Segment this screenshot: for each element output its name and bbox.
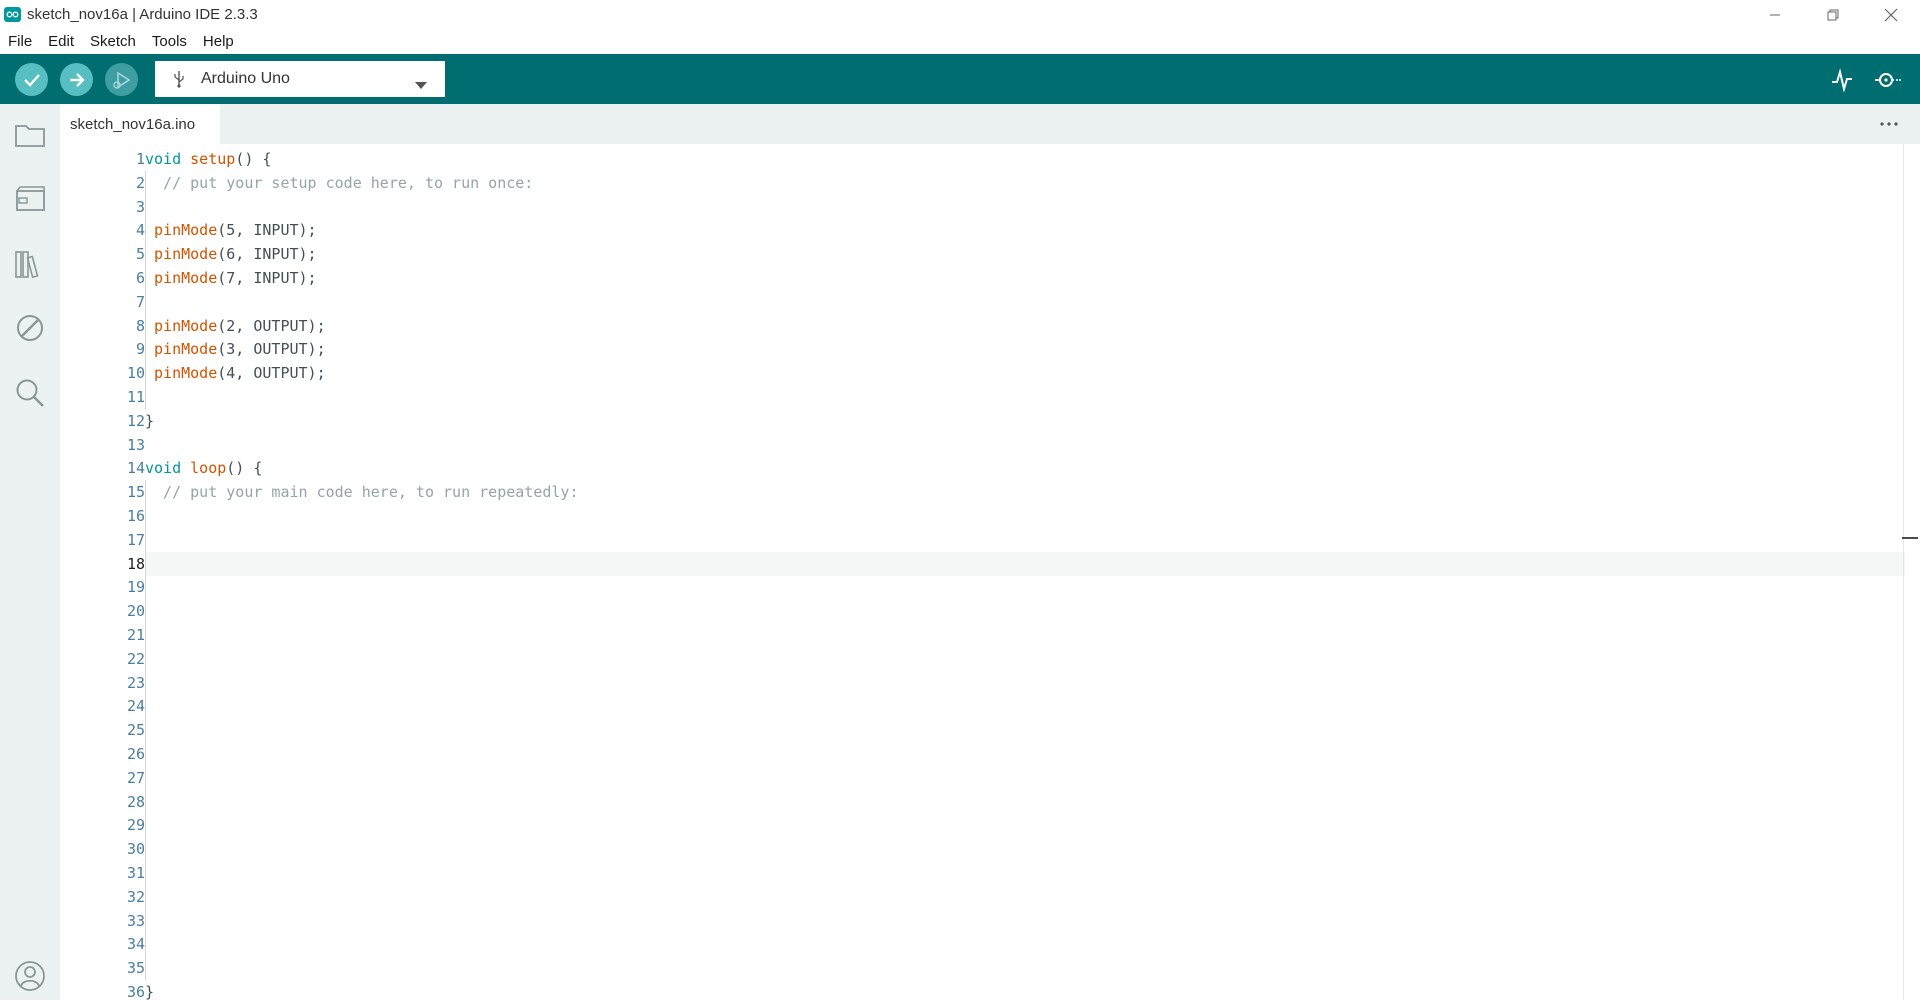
- line-number: 15: [126, 483, 145, 502]
- folder-icon[interactable]: [13, 118, 47, 152]
- code-line[interactable]: }: [145, 409, 154, 433]
- line-number: 16: [126, 507, 145, 525]
- line-number: 31: [126, 864, 145, 882]
- line-number: 13: [126, 435, 145, 454]
- line-number: 4: [135, 221, 145, 240]
- usb-icon: [169, 70, 189, 88]
- line-number: 27: [126, 768, 145, 787]
- debug-icon: [112, 71, 130, 89]
- line-number: 11: [126, 388, 145, 406]
- line-number: 28: [126, 792, 145, 811]
- code-editor[interactable]: 1 2 3 4 5 6 7 8 9 10 11 12 13 14 15 16 17 18 19 20 21 22 23 24 2…: [60, 144, 1920, 1001]
- line-number: 30: [126, 840, 145, 859]
- line-number: 14: [126, 459, 145, 478]
- code-line[interactable]: void loop() {: [145, 456, 262, 480]
- code-area[interactable]: void setup() { // put your setup code he…: [145, 144, 1905, 1001]
- line-number: 2: [135, 173, 145, 192]
- library-icon[interactable]: [13, 247, 47, 281]
- code-line[interactable]: pinMode(7, INPUT);: [145, 266, 317, 290]
- line-number: 21: [126, 626, 145, 644]
- serial-monitor-button[interactable]: [1874, 66, 1902, 94]
- check-icon: [23, 73, 40, 87]
- restore-button[interactable]: [1804, 0, 1862, 29]
- board-manager-icon[interactable]: [13, 182, 47, 216]
- menu-file[interactable]: File: [8, 33, 32, 50]
- line-number: 5: [135, 245, 145, 264]
- code-line[interactable]: pinMode(4, OUTPUT);: [145, 361, 326, 385]
- cursor-position-marker: [1902, 537, 1918, 539]
- line-number: 17: [126, 530, 145, 549]
- code-line[interactable]: }: [145, 980, 154, 1004]
- sidebar: [0, 104, 60, 1000]
- line-number: 12: [126, 411, 145, 430]
- debug-button[interactable]: [105, 63, 138, 96]
- line-number: 35: [126, 959, 145, 978]
- current-line-highlight: [145, 551, 1905, 576]
- line-number: 34: [126, 935, 145, 954]
- editor-tab-bar: sketch_nov16a.ino: [60, 104, 1920, 144]
- window-title: sketch_nov16a | Arduino IDE 2.3.3: [27, 6, 258, 23]
- arduino-logo-icon: [4, 7, 21, 22]
- toolbar: Arduino Uno: [0, 54, 1920, 104]
- menu-tools[interactable]: Tools: [152, 33, 187, 50]
- plotter-icon: [1832, 68, 1852, 92]
- restore-icon: [1827, 9, 1839, 20]
- line-number: 3: [135, 197, 145, 216]
- menu-bar: File Edit Sketch Tools Help: [0, 29, 1920, 54]
- indent-guide: [145, 170, 146, 409]
- line-number: 1: [135, 150, 145, 168]
- verify-button[interactable]: [15, 63, 48, 96]
- menu-edit[interactable]: Edit: [48, 33, 74, 50]
- board-selector[interactable]: Arduino Uno: [155, 61, 445, 97]
- close-icon: [1884, 8, 1898, 21]
- line-number: 24: [126, 697, 145, 716]
- code-line[interactable]: void setup() {: [145, 147, 271, 171]
- line-number: 6: [135, 269, 145, 287]
- line-number: 36: [126, 983, 145, 1001]
- line-number: 29: [126, 816, 145, 835]
- title-bar: sketch_nov16a | Arduino IDE 2.3.3: [0, 0, 1920, 29]
- line-number: 19: [126, 578, 145, 597]
- line-number: 33: [126, 911, 145, 930]
- account-icon[interactable]: [13, 959, 47, 993]
- board-name: Arduino Uno: [201, 70, 290, 87]
- code-line[interactable]: // put your setup code here, to run once…: [145, 171, 533, 195]
- search-icon[interactable]: [13, 376, 47, 410]
- code-line[interactable]: pinMode(2, OUTPUT);: [145, 314, 326, 338]
- serial-plotter-button[interactable]: [1828, 66, 1856, 94]
- line-number: 25: [126, 721, 145, 740]
- line-number-gutter: 1 2 3 4 5 6 7 8 9 10 11 12 13 14 15 16 17 18 19 20 21 22 23 24 2…: [60, 144, 145, 1001]
- debug-disabled-icon[interactable]: [13, 311, 47, 345]
- line-number: 7: [135, 292, 145, 311]
- tab-sketch-file[interactable]: sketch_nov16a.ino: [60, 104, 220, 144]
- more-options-button[interactable]: [1876, 112, 1902, 136]
- code-line[interactable]: // put your main code here, to run repea…: [145, 480, 578, 504]
- menu-help[interactable]: Help: [203, 33, 234, 50]
- line-number: 9: [135, 340, 145, 359]
- chevron-down-icon: [415, 76, 427, 94]
- line-number: 8: [135, 316, 145, 335]
- line-number: 32: [126, 887, 145, 906]
- editor-scrollbar[interactable]: [1903, 144, 1904, 1000]
- line-number: 20: [126, 602, 145, 621]
- monitor-icon: [1875, 73, 1901, 87]
- menu-sketch[interactable]: Sketch: [90, 33, 136, 50]
- line-number: 18: [126, 554, 145, 573]
- code-line[interactable]: pinMode(6, INPUT);: [145, 242, 317, 266]
- close-button[interactable]: [1862, 0, 1920, 29]
- ellipsis-icon: [1880, 122, 1898, 126]
- code-line[interactable]: pinMode(5, INPUT);: [145, 218, 317, 242]
- line-number: 26: [126, 745, 145, 763]
- line-number: 10: [126, 364, 145, 383]
- code-line[interactable]: pinMode(3, OUTPUT);: [145, 337, 326, 361]
- arrow-right-icon: [69, 72, 85, 87]
- upload-button[interactable]: [60, 63, 93, 96]
- minimize-icon: [1770, 14, 1780, 15]
- indent-guide: [145, 480, 146, 980]
- line-number: 23: [126, 673, 145, 692]
- minimize-button[interactable]: [1746, 0, 1804, 29]
- line-number: 22: [126, 649, 145, 668]
